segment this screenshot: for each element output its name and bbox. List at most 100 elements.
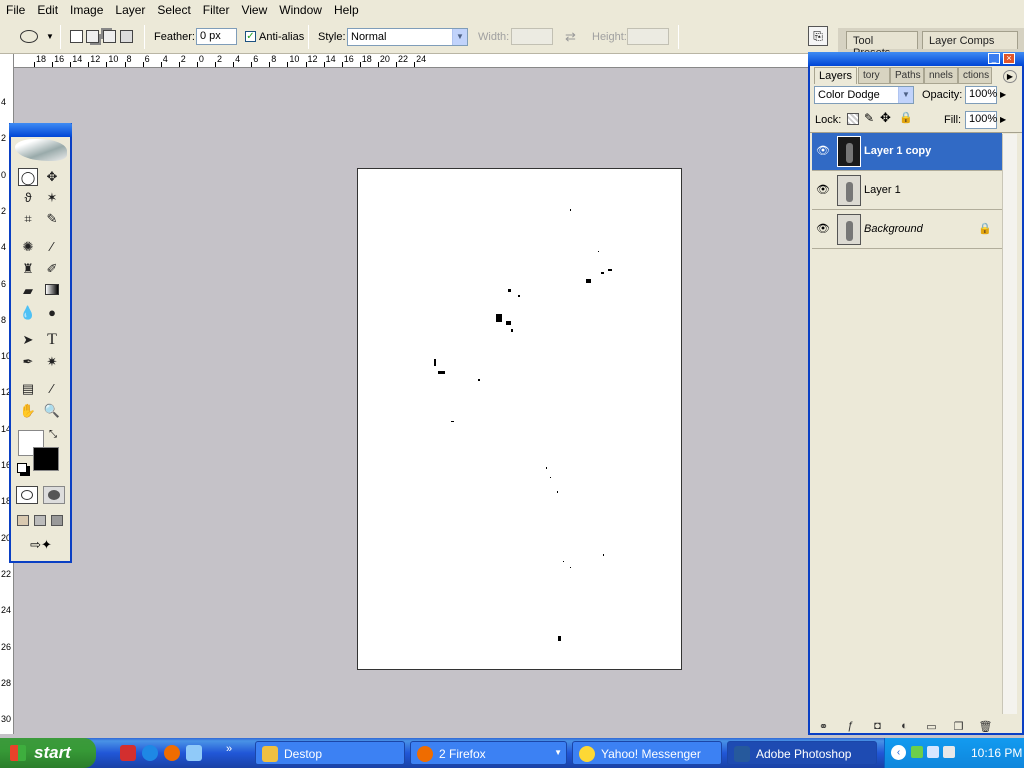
antialias-checkbox[interactable]: ✓ — [245, 31, 256, 42]
close-icon[interactable]: × — [1003, 53, 1015, 64]
tab-layer-comps[interactable]: Layer Comps — [922, 31, 1018, 49]
feather-input[interactable]: 0 px — [196, 28, 237, 45]
layers-scrollbar[interactable] — [1002, 134, 1017, 714]
document-canvas[interactable] — [357, 168, 682, 670]
tray-expand-icon[interactable]: ‹ — [891, 745, 906, 760]
swap-dimensions-icon[interactable]: ⇄ — [565, 29, 576, 45]
dodge-tool-icon[interactable]: ● — [42, 304, 62, 322]
taskbar-button-destop[interactable]: Destop — [255, 741, 405, 765]
style-select[interactable]: Normal ▼ — [347, 28, 468, 46]
firefox-icon[interactable] — [164, 745, 180, 761]
tab-paths[interactable]: Paths — [890, 67, 924, 84]
menu-select[interactable]: Select — [151, 3, 196, 17]
menu-image[interactable]: Image — [64, 3, 109, 17]
tab-history[interactable]: tory — [858, 67, 890, 84]
full-screen-mode-icon[interactable] — [51, 515, 63, 526]
tab-tool-presets[interactable]: Tool Presets — [846, 31, 918, 59]
minimize-icon[interactable]: _ — [988, 53, 1000, 64]
toolbox-titlebar[interactable] — [9, 123, 72, 137]
menu-help[interactable]: Help — [328, 3, 365, 17]
taskbar-button-adobe-photoshop[interactable]: Adobe Photoshop — [727, 741, 877, 765]
layer-style-icon[interactable]: ƒ — [837, 720, 864, 732]
ellipse-marquee-tool-icon[interactable]: ◯ — [18, 168, 38, 186]
background-color-swatch[interactable] — [33, 447, 59, 471]
fill-slider-arrow-icon[interactable]: ▶ — [1000, 111, 1012, 129]
lock-transparency-icon[interactable] — [847, 113, 859, 125]
opacity-input[interactable]: 100% — [965, 86, 997, 104]
link-layers-icon[interactable]: ⚭ — [810, 720, 837, 733]
gradient-tool-icon[interactable] — [42, 282, 62, 300]
history-brush-tool-icon[interactable]: ✐ — [42, 260, 62, 278]
move-tool-icon[interactable]: ✥ — [42, 168, 62, 186]
crop-tool-icon[interactable]: ⌗ — [18, 210, 38, 228]
layer-row-background[interactable]: 👁 Background 🔒 — [812, 211, 1002, 249]
eraser-tool-icon[interactable]: ▰ — [18, 282, 38, 300]
healing-brush-tool-icon[interactable]: ✺ — [18, 238, 38, 256]
standard-screen-mode-icon[interactable] — [17, 515, 29, 526]
tool-preset-dropdown-icon[interactable]: ▼ — [46, 32, 54, 41]
swap-colors-icon[interactable]: ⤡ — [49, 429, 57, 440]
lock-all-icon[interactable]: 🔒 — [899, 111, 913, 124]
show-desktop-icon[interactable] — [186, 745, 202, 761]
start-button[interactable]: start — [0, 738, 96, 768]
blur-tool-icon[interactable]: 💧 — [18, 304, 38, 322]
ellipse-marquee-icon[interactable] — [20, 30, 38, 43]
lock-position-icon[interactable]: ✥ — [880, 110, 891, 126]
menu-edit[interactable]: Edit — [31, 3, 64, 17]
subtract-selection-icon[interactable] — [103, 30, 116, 43]
quicklaunch-expand-icon[interactable]: » — [226, 743, 232, 755]
jump-to-imageready-icon[interactable]: ⇨✦ — [19, 537, 63, 553]
taskbar-button-firefox[interactable]: 2 Firefox ▼ — [410, 741, 567, 765]
tab-actions[interactable]: ctions — [958, 67, 992, 84]
clock[interactable]: 10:16 PM — [971, 746, 1022, 760]
internet-explorer-icon[interactable] — [142, 745, 158, 761]
menu-file[interactable]: File — [0, 3, 31, 17]
brush-tool-icon[interactable]: ⁄ — [42, 238, 62, 256]
intersect-selection-icon[interactable] — [120, 30, 133, 43]
taskbar-button-yahoo-messenger[interactable]: Yahoo! Messenger — [572, 741, 722, 765]
menu-view[interactable]: View — [235, 3, 273, 17]
new-layer-icon[interactable]: ❐ — [945, 720, 972, 733]
magic-wand-tool-icon[interactable]: ✶ — [42, 189, 62, 207]
new-group-icon[interactable]: ▭ — [918, 720, 945, 733]
hand-tool-icon[interactable]: ✋ — [18, 402, 38, 420]
pen-tool-icon[interactable]: ✒ — [18, 353, 38, 371]
notes-tool-icon[interactable]: ▤ — [18, 380, 38, 398]
tab-channels[interactable]: nnels — [924, 67, 958, 84]
add-selection-icon[interactable] — [86, 30, 99, 43]
standard-mode-icon[interactable] — [16, 486, 38, 504]
adjustment-layer-icon[interactable]: ◐ — [891, 720, 918, 732]
tab-layers[interactable]: Layers — [814, 67, 858, 84]
delete-layer-icon[interactable]: 🗑 — [972, 720, 999, 733]
zoom-tool-icon[interactable]: 🔍 — [42, 402, 62, 420]
blend-mode-select[interactable]: Color Dodge ▼ — [814, 86, 914, 104]
slice-tool-icon[interactable]: ✎ — [42, 210, 62, 228]
layer-row-layer-1-copy[interactable]: 👁 Layer 1 copy — [812, 133, 1002, 171]
tray-app-icon[interactable] — [911, 746, 923, 758]
menu-layer[interactable]: Layer — [109, 3, 151, 17]
lasso-tool-icon[interactable]: ϑ — [18, 189, 38, 207]
height-input[interactable] — [627, 28, 669, 45]
quick-mask-mode-icon[interactable] — [43, 486, 65, 504]
menu-window[interactable]: Window — [273, 3, 328, 17]
opacity-slider-arrow-icon[interactable]: ▶ — [1000, 86, 1012, 104]
network-icon[interactable] — [927, 746, 939, 758]
visibility-eye-icon[interactable]: 👁 — [815, 144, 831, 158]
quicklaunch-app-icon[interactable] — [120, 745, 136, 761]
full-screen-menu-mode-icon[interactable] — [34, 515, 46, 526]
layer-mask-icon[interactable]: ◘ — [864, 720, 891, 732]
new-selection-icon[interactable] — [70, 30, 83, 43]
visibility-eye-icon[interactable]: 👁 — [815, 222, 831, 236]
palette-well-icon[interactable]: ⎘ — [808, 26, 828, 46]
lock-pixels-icon[interactable]: ✎ — [864, 111, 874, 125]
visibility-eye-icon[interactable]: 👁 — [815, 183, 831, 197]
layer-row-layer-1[interactable]: 👁 Layer 1 — [812, 172, 1002, 210]
clone-stamp-tool-icon[interactable]: ♜ — [18, 260, 38, 278]
menu-filter[interactable]: Filter — [197, 3, 236, 17]
volume-icon[interactable] — [943, 746, 955, 758]
eyedropper-tool-icon[interactable]: ⁄ — [42, 380, 62, 398]
fill-input[interactable]: 100% — [965, 111, 997, 129]
panel-menu-icon[interactable]: ▶ — [1003, 70, 1017, 83]
path-selection-tool-icon[interactable]: ➤ — [18, 331, 38, 349]
default-colors-icon[interactable] — [17, 463, 27, 473]
